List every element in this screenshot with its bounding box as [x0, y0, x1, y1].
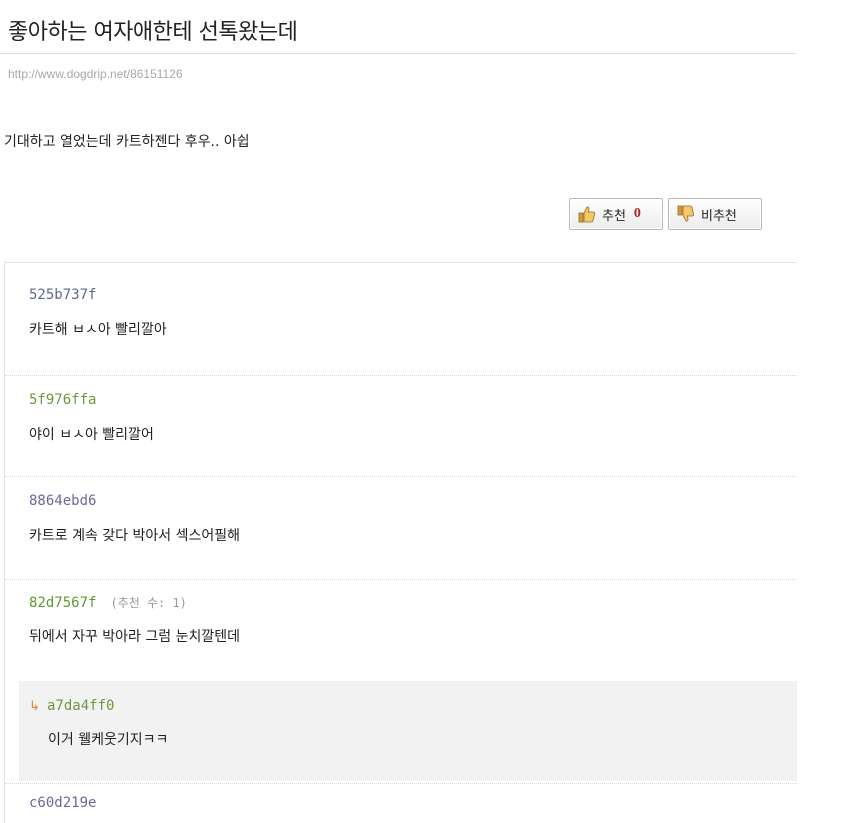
recommend-button[interactable]: 추천 0 [569, 198, 663, 230]
recommend-count: 0 [633, 206, 641, 221]
post-title: 좋아하는 여자애한테 선톡왔는데 [8, 20, 298, 45]
comment-author[interactable]: 8864ebd6 [29, 493, 96, 509]
comment-author-row: 82d7567f (추천 수: 1) [29, 594, 187, 611]
thumbs-down-icon [677, 205, 695, 223]
reply-arrow-icon: ↳ [29, 699, 40, 714]
comment-item: 82d7567f (추천 수: 1) 뒤에서 자꾸 박아라 그럼 눈치깔텐데 [5, 579, 797, 683]
comment-author[interactable]: 5f976ffa [29, 392, 96, 408]
comment-item: 5f976ffa 야이 ㅂㅅ아 빨리깔어 [5, 375, 797, 480]
reply-text: 이거 웰케웃기지ㅋㅋ [48, 732, 169, 748]
title-divider [0, 53, 796, 54]
reply-author[interactable]: a7da4ff0 [47, 698, 114, 714]
not-recommend-label: 비추천 [701, 208, 737, 224]
comment-author[interactable]: c60d219e [29, 795, 96, 811]
comment-item: c60d219e [5, 783, 797, 823]
post-body: 기대하고 열었는데 카트하젠다 후우.. 아쉽 [4, 134, 250, 150]
comment-text: 카트해 ㅂㅅ아 빨리깔아 [29, 322, 167, 338]
comment-text: 뒤에서 자꾸 박아라 그럼 눈치깔텐데 [29, 629, 240, 645]
comment-author[interactable]: 82d7567f [29, 595, 96, 611]
comment-author[interactable]: 525b737f [29, 287, 96, 303]
comment-list: 525b737f 카트해 ㅂㅅ아 빨리깔아 5f976ffa 야이 ㅂㅅ아 빨리… [4, 262, 797, 823]
comment-item: 8864ebd6 카트로 계속 갖다 박아서 섹스어필해 [5, 476, 797, 580]
post-url-link[interactable]: http://www.dogdrip.net/86151126 [8, 67, 183, 81]
comment-text: 야이 ㅂㅅ아 빨리깔어 [29, 427, 154, 443]
recommend-label: 추천 [602, 208, 626, 224]
reply-item: ↳ a7da4ff0 이거 웰케웃기지ㅋㅋ [19, 681, 797, 781]
comment-text: 카트로 계속 갖다 박아서 섹스어필해 [29, 528, 240, 544]
thumbs-up-icon [578, 205, 596, 223]
not-recommend-button[interactable]: 비추천 [668, 198, 762, 230]
comment-item: 525b737f 카트해 ㅂㅅ아 빨리깔아 [5, 263, 797, 373]
comment-recommend-count: (추천 수: 1) [110, 596, 187, 610]
